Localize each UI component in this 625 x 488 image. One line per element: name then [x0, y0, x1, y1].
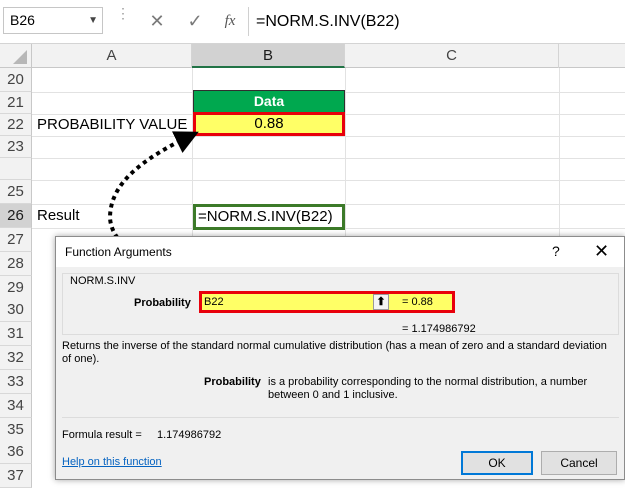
formula-result-value: 1.174986792	[157, 429, 222, 441]
ok-button[interactable]: OK	[461, 451, 533, 475]
function-description: Returns the inverse of the standard norm…	[62, 340, 607, 365]
close-icon[interactable]: ✕	[594, 241, 609, 262]
divider	[62, 417, 619, 418]
dialog-title: Function Arguments	[65, 245, 172, 259]
arg-help-text: is a probability corresponding to the no…	[268, 376, 588, 401]
formula-result-label: Formula result =	[62, 429, 142, 441]
function-name: NORM.S.INV	[68, 275, 138, 287]
function-arguments-dialog: Function Arguments ? ✕ NORM.S.INV Probab…	[55, 236, 625, 480]
probability-arg-result: = 0.88	[402, 296, 433, 308]
collapse-dialog-icon[interactable]: ⬆	[373, 294, 389, 310]
function-result-preview: = 1.174986792	[402, 323, 476, 335]
probability-arg-input[interactable]: B22	[204, 296, 224, 308]
help-icon[interactable]: ?	[552, 243, 560, 259]
dialog-title-bar: Function Arguments ? ✕	[56, 237, 624, 267]
arg-help-label: Probability	[204, 376, 261, 388]
help-on-function-link[interactable]: Help on this function	[62, 456, 162, 468]
probability-arg-label: Probability	[134, 297, 191, 309]
cancel-button[interactable]: Cancel	[541, 451, 617, 475]
